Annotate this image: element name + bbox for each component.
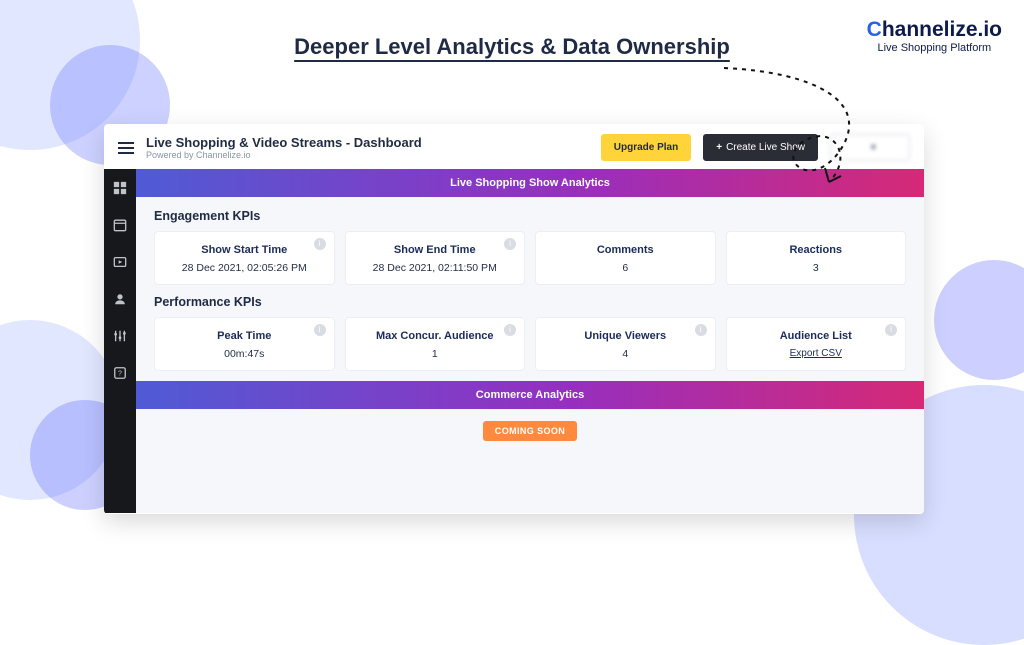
- side-navigation: ?: [104, 169, 136, 513]
- kpi-value: 6: [542, 262, 709, 274]
- performance-kpi-row: i Peak Time 00m:47s i Max Concur. Audien…: [154, 317, 906, 371]
- kpi-show-start-time: i Show Start Time 28 Dec 2021, 02:05:26 …: [154, 231, 335, 285]
- kpi-title: Show End Time: [352, 244, 519, 256]
- create-live-show-button[interactable]: + Create Live Show: [703, 134, 818, 161]
- kpi-reactions: Reactions 3: [726, 231, 907, 285]
- nav-video-icon[interactable]: [113, 255, 127, 274]
- nav-calendar-icon[interactable]: [113, 218, 127, 237]
- performance-kpis-heading: Performance KPIs: [154, 295, 906, 309]
- dashboard-content: Live Shopping Show Analytics Engagement …: [136, 169, 924, 513]
- kpi-audience-list: i Audience List Export CSV: [726, 317, 907, 371]
- dashboard-title-block: Live Shopping & Video Streams - Dashboar…: [146, 135, 422, 160]
- kpi-title: Show Start Time: [161, 244, 328, 256]
- kpi-title: Max Concur. Audience: [352, 330, 519, 342]
- upgrade-plan-button[interactable]: Upgrade Plan: [601, 134, 691, 161]
- dashboard-title: Live Shopping & Video Streams - Dashboar…: [146, 135, 422, 150]
- svg-text:?: ?: [118, 371, 122, 378]
- nav-dashboard-icon[interactable]: [113, 181, 127, 200]
- coming-soon-badge: COMING SOON: [483, 421, 577, 441]
- engagement-kpi-row: i Show Start Time 28 Dec 2021, 02:05:26 …: [154, 231, 906, 285]
- info-icon[interactable]: i: [695, 324, 707, 336]
- menu-icon[interactable]: [118, 139, 134, 157]
- kpi-title: Peak Time: [161, 330, 328, 342]
- kpi-max-concurrent-audience: i Max Concur. Audience 1: [345, 317, 526, 371]
- info-icon[interactable]: i: [314, 324, 326, 336]
- info-icon[interactable]: i: [504, 324, 516, 336]
- kpi-value: 28 Dec 2021, 02:11:50 PM: [352, 262, 519, 274]
- kpi-value: 1: [352, 348, 519, 360]
- dashboard-topbar: Live Shopping & Video Streams - Dashboar…: [104, 124, 924, 169]
- page-title: Deeper Level Analytics & Data Ownership: [0, 34, 1024, 60]
- dashboard-window: Live Shopping & Video Streams - Dashboar…: [104, 124, 924, 514]
- commerce-analytics-banner: Commerce Analytics: [136, 381, 924, 409]
- kpi-title: Unique Viewers: [542, 330, 709, 342]
- info-icon[interactable]: i: [314, 238, 326, 250]
- nav-help-icon[interactable]: ?: [113, 366, 127, 385]
- kpi-peak-time: i Peak Time 00m:47s: [154, 317, 335, 371]
- engagement-kpis-heading: Engagement KPIs: [154, 209, 906, 223]
- info-icon[interactable]: i: [885, 324, 897, 336]
- kpi-title: Audience List: [733, 330, 900, 342]
- account-dropdown[interactable]: ▾: [830, 134, 910, 161]
- kpi-title: Comments: [542, 244, 709, 256]
- plus-icon: +: [716, 142, 722, 153]
- nav-sliders-icon[interactable]: [113, 329, 127, 348]
- kpi-value: 4: [542, 348, 709, 360]
- kpi-value: 28 Dec 2021, 02:05:26 PM: [161, 262, 328, 274]
- analytics-banner: Live Shopping Show Analytics: [136, 169, 924, 197]
- nav-user-icon[interactable]: [113, 292, 127, 311]
- dashboard-subtitle: Powered by Channelize.io: [146, 150, 422, 160]
- kpi-value: 00m:47s: [161, 348, 328, 360]
- export-csv-link[interactable]: Export CSV: [733, 348, 900, 359]
- info-icon[interactable]: i: [504, 238, 516, 250]
- create-live-show-label: Create Live Show: [726, 142, 805, 153]
- kpi-comments: Comments 6: [535, 231, 716, 285]
- kpi-unique-viewers: i Unique Viewers 4: [535, 317, 716, 371]
- kpi-value: 3: [733, 262, 900, 274]
- kpi-title: Reactions: [733, 244, 900, 256]
- kpi-show-end-time: i Show End Time 28 Dec 2021, 02:11:50 PM: [345, 231, 526, 285]
- chevron-down-icon: ▾: [871, 142, 876, 152]
